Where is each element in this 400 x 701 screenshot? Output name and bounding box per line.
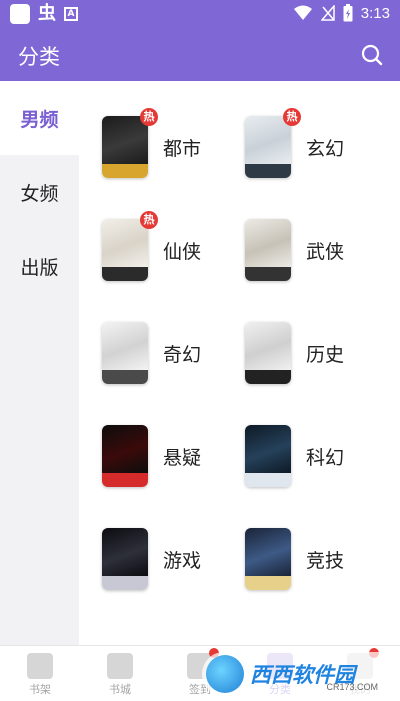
book-cover bbox=[245, 322, 291, 384]
page-title: 分类 bbox=[18, 45, 60, 69]
app-glyph-icon: 虫 bbox=[38, 3, 56, 24]
hot-badge: 热 bbox=[140, 211, 158, 229]
book-cover bbox=[245, 219, 291, 281]
tab-bookstore[interactable]: 书城 bbox=[80, 646, 160, 701]
status-time: 3:13 bbox=[360, 4, 390, 22]
category-label: 都市 bbox=[163, 138, 202, 160]
hot-badge: 热 bbox=[140, 108, 158, 126]
tab-label: 书城 bbox=[109, 683, 131, 696]
book-cover bbox=[102, 219, 148, 281]
tab-bookshelf[interactable]: 书架 bbox=[0, 646, 80, 701]
book-cover bbox=[245, 116, 291, 178]
category-item[interactable]: 悬疑 bbox=[102, 425, 232, 491]
app-square-icon bbox=[10, 4, 30, 24]
category-item[interactable]: 热 仙侠 bbox=[102, 211, 232, 285]
category-grid: 热 都市 热 玄幻 热 仙侠 武侠 奇幻 历史 悬疑 科幻 游戏 竞技 bbox=[79, 81, 400, 645]
search-icon bbox=[361, 44, 383, 66]
book-cover bbox=[102, 322, 148, 384]
sidebar-item-label: 女频 bbox=[20, 182, 59, 205]
watermark-logo-icon bbox=[206, 655, 244, 693]
category-item[interactable]: 游戏 bbox=[102, 528, 232, 594]
search-button[interactable] bbox=[358, 41, 386, 69]
category-label: 历史 bbox=[306, 344, 345, 366]
watermark: 西西软件园 CR173.COM bbox=[202, 652, 388, 696]
category-item[interactable]: 历史 bbox=[245, 322, 375, 388]
sidebar-item-publish[interactable]: 出版 bbox=[0, 229, 79, 303]
book-cover bbox=[245, 528, 291, 590]
category-item[interactable]: 热 都市 bbox=[102, 108, 232, 182]
sidebar-item-label: 男频 bbox=[20, 108, 59, 131]
category-label: 武侠 bbox=[306, 241, 345, 263]
category-label: 仙侠 bbox=[163, 241, 202, 263]
category-sidebar: 男频 女频 出版 bbox=[0, 81, 79, 645]
category-item[interactable]: 武侠 bbox=[245, 219, 375, 285]
category-label: 科幻 bbox=[306, 447, 345, 469]
hot-badge: 热 bbox=[283, 108, 301, 126]
notification-a-icon: A bbox=[64, 7, 78, 21]
book-cover bbox=[245, 425, 291, 487]
bookstore-icon bbox=[107, 653, 133, 679]
category-label: 悬疑 bbox=[163, 447, 202, 469]
category-item[interactable]: 奇幻 bbox=[102, 322, 232, 388]
sidebar-item-male[interactable]: 男频 bbox=[0, 81, 79, 155]
tab-label: 书架 bbox=[29, 683, 51, 696]
category-item[interactable]: 热 玄幻 bbox=[245, 108, 375, 182]
battery-icon bbox=[343, 4, 353, 22]
category-label: 玄幻 bbox=[306, 138, 345, 160]
book-cover bbox=[102, 425, 148, 487]
status-left: 虫 A bbox=[10, 4, 78, 24]
status-bar: 虫 A 3:13 bbox=[0, 0, 400, 28]
category-label: 竞技 bbox=[306, 550, 345, 572]
book-cover bbox=[102, 528, 148, 590]
category-label: 游戏 bbox=[163, 550, 202, 572]
no-signal-icon bbox=[320, 5, 335, 21]
sidebar-item-female[interactable]: 女频 bbox=[0, 155, 79, 229]
category-item[interactable]: 科幻 bbox=[245, 425, 375, 491]
wifi-icon bbox=[293, 5, 312, 20]
status-right: 3:13 bbox=[293, 4, 390, 22]
book-cover bbox=[102, 116, 148, 178]
category-item[interactable]: 竞技 bbox=[245, 528, 375, 594]
sidebar-item-label: 出版 bbox=[20, 256, 59, 279]
bookshelf-icon bbox=[27, 653, 53, 679]
app-header: 分类 bbox=[0, 28, 400, 81]
watermark-subtext: CR173.COM bbox=[326, 682, 378, 692]
category-label: 奇幻 bbox=[163, 344, 202, 366]
